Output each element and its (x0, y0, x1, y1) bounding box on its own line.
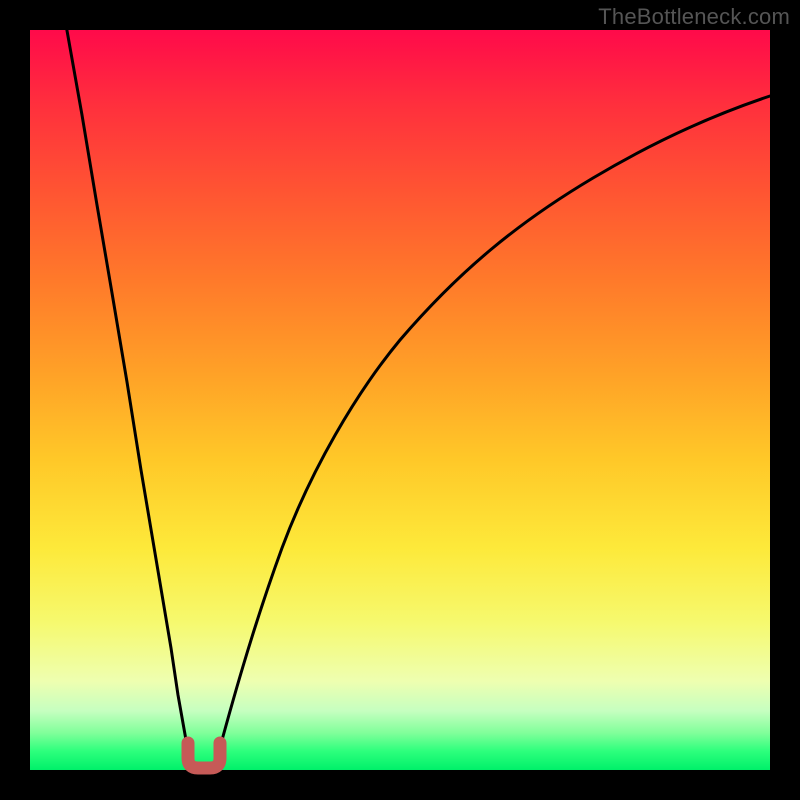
watermark-text: TheBottleneck.com (598, 4, 790, 30)
curve-layer (30, 30, 770, 770)
plot-area (30, 30, 770, 770)
left-curve (66, 25, 193, 766)
u-marker-icon (188, 743, 220, 768)
chart-frame: TheBottleneck.com (0, 0, 800, 800)
right-curve (215, 96, 770, 766)
